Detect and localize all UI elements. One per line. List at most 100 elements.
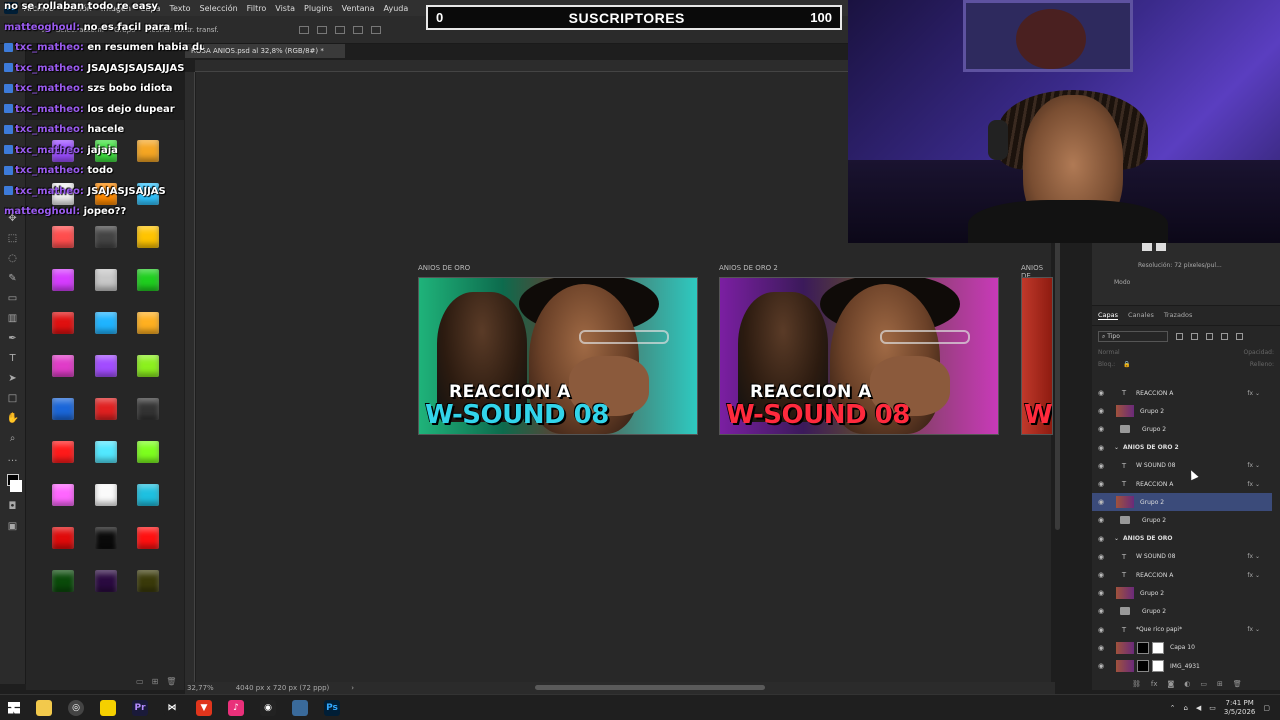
- layer-row[interactable]: ◉ IMG_4931: [1092, 657, 1272, 675]
- eraser-tool-icon[interactable]: ▭: [7, 294, 19, 304]
- notification-icon[interactable]: ▢: [1263, 704, 1270, 712]
- status-chevron-icon[interactable]: ›: [351, 684, 354, 692]
- path-select-tool-icon[interactable]: ➤: [7, 374, 19, 384]
- filter-shape-icon[interactable]: [1221, 333, 1228, 340]
- align-right-icon[interactable]: [334, 25, 345, 34]
- style-swatch[interactable]: [52, 226, 74, 248]
- artboard-thumbnail-3[interactable]: W: [1021, 277, 1053, 435]
- battery-icon[interactable]: ▭: [1209, 704, 1216, 712]
- photoshop-taskbar-icon[interactable]: Ps: [324, 699, 340, 716]
- style-swatch[interactable]: [137, 398, 159, 420]
- artboard-thumbnail-1[interactable]: REACCION A W-SOUND 08: [418, 277, 698, 435]
- style-swatch[interactable]: [52, 312, 74, 334]
- new-style-icon[interactable]: ⊞: [152, 677, 159, 686]
- artboard-thumbnail-2[interactable]: REACCION A W-SOUND 08: [719, 277, 999, 435]
- visibility-eye-icon[interactable]: ◉: [1098, 480, 1108, 488]
- menu-plugins[interactable]: Plugins: [304, 4, 333, 13]
- tab-capas[interactable]: Capas: [1098, 311, 1119, 320]
- artboard-label-1[interactable]: ANIOS DE ORO: [418, 264, 470, 272]
- layer-row[interactable]: ◉ T W SOUND 08 fx ⌄: [1092, 548, 1272, 566]
- style-swatch[interactable]: [52, 398, 74, 420]
- screen-mode-icon[interactable]: ▣: [7, 522, 19, 532]
- layer-row[interactable]: ◉ Capa 10: [1092, 639, 1272, 657]
- new-layer-icon[interactable]: ⊞: [1217, 680, 1223, 688]
- visibility-eye-icon[interactable]: ◉: [1098, 571, 1108, 579]
- layer-mask-thumbnail[interactable]: [1137, 641, 1149, 654]
- brave-icon[interactable]: ▼: [196, 699, 212, 716]
- style-swatch[interactable]: [95, 312, 117, 334]
- layer-row[interactable]: ◉ Grupo 2: [1092, 511, 1272, 529]
- fx-icon[interactable]: fx: [1151, 680, 1158, 688]
- visibility-eye-icon[interactable]: ◉: [1098, 407, 1108, 415]
- align-middle-icon[interactable]: [370, 25, 381, 34]
- tab-canales[interactable]: Canales: [1128, 311, 1154, 320]
- chevron-up-icon[interactable]: ⌃: [1170, 704, 1176, 712]
- artboard-label-2[interactable]: ANIOS DE ORO 2: [719, 264, 778, 272]
- rectangle-tool-icon[interactable]: □: [7, 394, 19, 404]
- layer-group-row[interactable]: ◉ ⌄ ANIOS DE ORO: [1092, 530, 1272, 548]
- chevron-down-icon[interactable]: ⌄: [1114, 535, 1119, 542]
- folder-icon[interactable]: ▭: [1200, 680, 1207, 688]
- style-swatch[interactable]: [137, 355, 159, 377]
- canvas-icon[interactable]: [1156, 243, 1166, 251]
- visibility-eye-icon[interactable]: ◉: [1098, 662, 1108, 670]
- layer-row[interactable]: ◉ T REACCION A fx ⌄: [1092, 384, 1272, 402]
- chevron-down-icon[interactable]: ⌄: [1114, 444, 1119, 451]
- style-swatch[interactable]: [52, 355, 74, 377]
- layer-row[interactable]: ◉ T REACCION A fx ⌄: [1092, 566, 1272, 584]
- style-swatch[interactable]: [137, 484, 159, 506]
- style-swatch[interactable]: [137, 226, 159, 248]
- brush-tool-icon[interactable]: ✎: [7, 274, 19, 284]
- fx-icon[interactable]: fx ⌄: [1247, 481, 1260, 488]
- tab-trazados[interactable]: Trazados: [1164, 311, 1193, 320]
- fx-icon[interactable]: fx ⌄: [1247, 462, 1260, 469]
- style-swatch[interactable]: [95, 484, 117, 506]
- menu-ventana[interactable]: Ventana: [342, 4, 375, 13]
- mask-icon[interactable]: ◙: [1168, 680, 1175, 688]
- fx-icon[interactable]: fx ⌄: [1247, 553, 1260, 560]
- fx-icon[interactable]: fx ⌄: [1247, 572, 1260, 579]
- style-swatch[interactable]: [95, 226, 117, 248]
- align-top-icon[interactable]: [352, 25, 363, 34]
- filter-text-icon[interactable]: [1206, 333, 1213, 340]
- menu-ayuda[interactable]: Ayuda: [384, 4, 409, 13]
- layer-mask-thumbnail[interactable]: [1152, 660, 1164, 672]
- visibility-eye-icon[interactable]: ◉: [1098, 516, 1108, 524]
- menu-filtro[interactable]: Filtro: [247, 4, 267, 13]
- visibility-eye-icon[interactable]: ◉: [1098, 462, 1108, 470]
- adjustment-icon[interactable]: ◐: [1184, 680, 1190, 688]
- layer-kind-select[interactable]: ⌕ Tipo: [1098, 331, 1168, 342]
- file-explorer-icon[interactable]: [36, 699, 52, 716]
- document-tab[interactable]: ROSA ANIOS.psd al 32,8% (RGB/8#) *: [185, 44, 345, 58]
- gradient-tool-icon[interactable]: ▥: [7, 314, 19, 324]
- more-tools-icon[interactable]: …: [7, 454, 19, 464]
- type-tool-icon[interactable]: T: [7, 354, 19, 364]
- visibility-eye-icon[interactable]: ◉: [1098, 425, 1108, 433]
- resize-icon[interactable]: [1142, 243, 1152, 251]
- layer-row[interactable]: ◉ Grupo 2: [1092, 493, 1272, 512]
- fx-icon[interactable]: fx ⌄: [1247, 626, 1260, 633]
- style-swatch[interactable]: [52, 441, 74, 463]
- background-color-swatch[interactable]: [9, 480, 22, 492]
- style-swatch[interactable]: [137, 312, 159, 334]
- style-swatch[interactable]: [137, 527, 159, 549]
- align-center-icon[interactable]: [316, 25, 327, 34]
- trash-icon[interactable]: 🗑: [1233, 680, 1242, 688]
- capcut-icon[interactable]: ⋈: [164, 699, 180, 716]
- clock[interactable]: 7:41 PM 3/5/2026: [1224, 699, 1255, 717]
- visibility-eye-icon[interactable]: ◉: [1098, 589, 1108, 597]
- tiktok-icon[interactable]: ♪: [228, 699, 244, 716]
- folder-icon[interactable]: ▭: [136, 677, 144, 686]
- visibility-eye-icon[interactable]: ◉: [1098, 644, 1108, 652]
- notes-icon[interactable]: [100, 699, 116, 716]
- opacity-label[interactable]: Opacidad:: [1244, 349, 1275, 356]
- menu-vista[interactable]: Vista: [275, 4, 295, 13]
- zoom-level[interactable]: 32,77%: [187, 684, 214, 692]
- layer-row[interactable]: ◉ T *Que rico papi* fx ⌄: [1092, 621, 1272, 639]
- style-swatch[interactable]: [52, 484, 74, 506]
- filter-adjust-icon[interactable]: [1191, 333, 1198, 340]
- visibility-eye-icon[interactable]: ◉: [1098, 389, 1108, 397]
- lasso-tool-icon[interactable]: ◌: [7, 254, 19, 264]
- image-viewer-icon[interactable]: [292, 699, 308, 716]
- layer-group-row[interactable]: ◉ ⌄ ANIOS DE ORO 2: [1092, 439, 1272, 457]
